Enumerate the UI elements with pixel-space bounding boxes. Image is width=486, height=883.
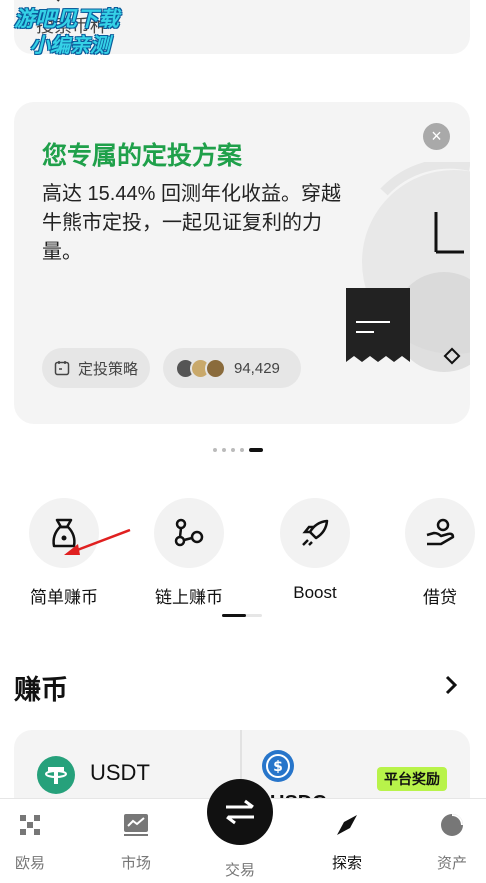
chart-icon [124,814,148,836]
usdc-icon: $ [262,750,294,782]
strategy-chip[interactable]: 定投策略 [42,348,150,388]
avatar [205,357,226,379]
feature-label: Boost [293,583,337,602]
annotation-arrow [64,528,131,555]
trade-button[interactable] [207,779,273,845]
nav-label: 探索 [331,855,362,872]
pager-dot[interactable] [231,448,235,452]
users-chip[interactable]: 94,429 [163,348,301,388]
strategy-chip-label: 定投策略 [78,360,139,378]
loan-hand-icon [405,498,475,568]
watermark-line2: 小编亲测 [30,33,110,57]
feature-label: 链上赚币 [155,588,223,607]
feature-scroll-indicator [222,614,262,617]
search-icon [56,0,60,2]
calendar-icon [54,361,70,376]
usdt-label: USDT [90,760,150,785]
swap-icon [226,799,254,825]
chain-icon [154,498,224,568]
usdt-icon [37,756,75,794]
feature-label: 借贷 [423,588,457,607]
close-icon[interactable]: × [423,123,450,150]
clock-illustration [346,162,470,372]
watermark-line1: 游吧见下载 [14,7,119,31]
pager-dot-active[interactable] [249,448,263,452]
compass-icon [337,815,357,835]
promo-body: 高达 15.44% 回测年化收益。穿越牛熊市定投，一起见证复利的力量。 [42,183,341,263]
pager-dot[interactable] [213,448,217,452]
okx-logo-icon [20,815,40,835]
rocket-icon [280,498,350,568]
chevron-right-icon[interactable] [442,674,460,696]
nav-label: 交易 [224,862,255,879]
pager-dot[interactable] [240,448,244,452]
carousel-pager [213,448,263,452]
feature-label: 简单赚币 [30,588,98,607]
nav-item-explore[interactable]: 探索 [317,813,377,873]
nav-label: 市场 [120,855,151,872]
feature-loan[interactable]: 借贷 [380,498,486,608]
nav-item-okx[interactable]: 欧易 [0,813,60,873]
pager-dot[interactable] [222,448,226,452]
pie-chart-icon [441,814,463,836]
watermark: 游吧见下载 小编亲测 [14,6,154,66]
promo-card[interactable]: 您专属的定投方案 高达 15.44% 回测年化收益。穿越牛熊市定投，一起见证复利… [14,102,470,424]
users-count: 94,429 [234,359,280,377]
promo-title: 您专属的定投方案 [42,142,243,170]
earn-section-title: 赚币 [14,675,68,705]
reward-badge: 平台奖励 [377,767,447,791]
feature-onchain-earn[interactable]: 链上赚币 [129,498,249,608]
svg-text:$: $ [273,759,283,775]
nav-label: 欧易 [14,855,45,872]
nav-item-assets[interactable]: 资产 [422,813,482,873]
nav-label: 资产 [436,855,467,872]
feature-boost[interactable]: Boost [255,498,375,603]
nav-item-market[interactable]: 市场 [106,813,166,873]
